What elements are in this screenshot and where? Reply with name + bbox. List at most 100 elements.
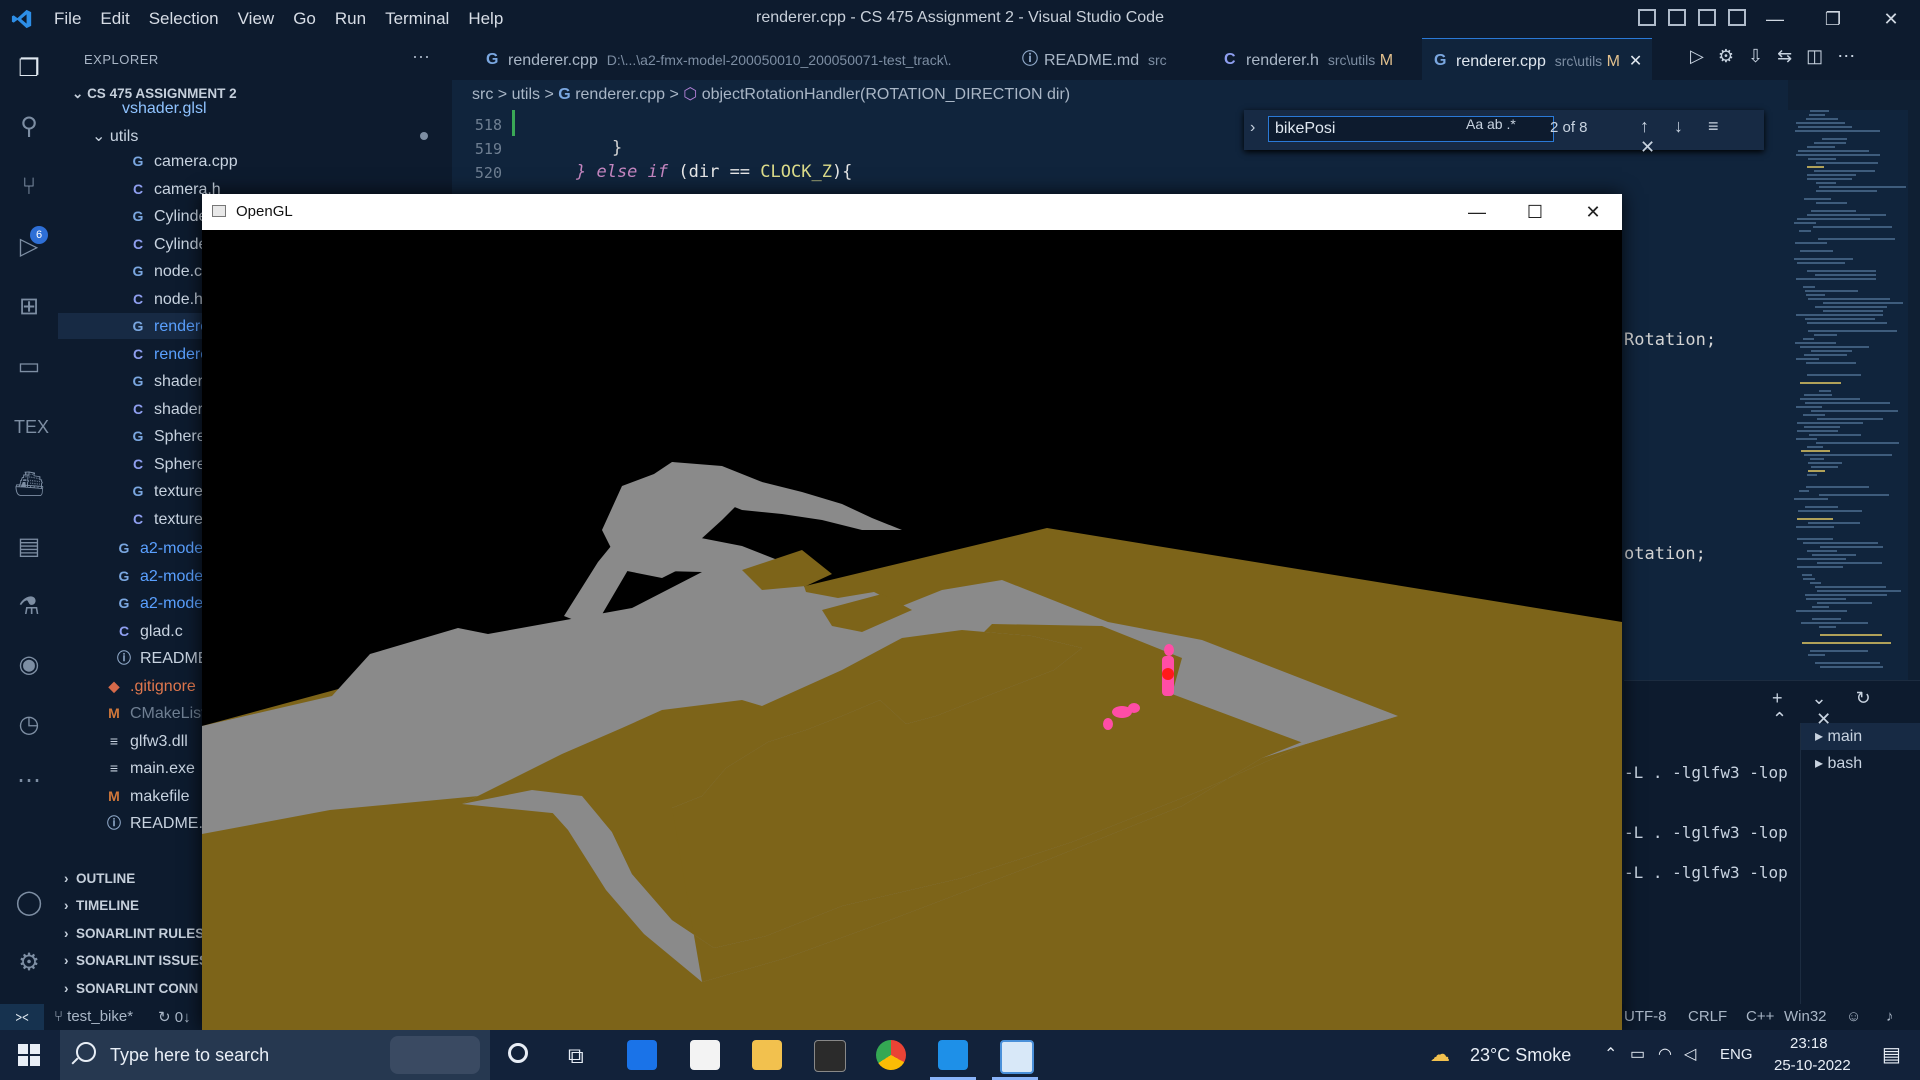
minimap-line <box>1797 218 1870 220</box>
find-options[interactable]: Aa ab .* <box>1466 116 1516 132</box>
breadcrumb-src[interactable]: src <box>472 86 493 103</box>
taskbar-search[interactable]: Type here to search <box>60 1030 490 1080</box>
search-highlight-icon[interactable] <box>390 1036 480 1074</box>
minimap-line <box>1814 334 1837 336</box>
task-view-icon[interactable]: ⧉ <box>568 1043 584 1069</box>
git-icon: ◆ <box>108 677 120 694</box>
docker-icon[interactable]: ⛴ <box>14 470 44 500</box>
tree-file-label: makefile <box>130 787 190 805</box>
opengl-minimize-button[interactable]: — <box>1448 194 1506 230</box>
breadcrumb-file[interactable]: renderer.cpp <box>575 86 665 103</box>
close-button[interactable]: ✕ <box>1862 0 1920 38</box>
account-icon[interactable]: ◯ <box>14 888 44 918</box>
tab-renderer-cpp-external[interactable]: Grenderer.cpp D:\...\a2-fmx-model-200050… <box>474 38 952 80</box>
testing-icon[interactable]: ⚗ <box>14 592 44 622</box>
notification-center-icon[interactable]: ▤ <box>1882 1042 1901 1067</box>
toggle-panel-icon[interactable] <box>1668 9 1686 26</box>
minimap-line <box>1804 454 1892 456</box>
terminal-tab-bash[interactable]: ▸ bash <box>1801 750 1920 777</box>
extensions-icon[interactable]: ⊞ <box>14 292 44 322</box>
chrome-icon[interactable] <box>876 1040 906 1070</box>
more-icon[interactable]: ⋯ <box>14 766 44 796</box>
clock-time[interactable]: 23:18 <box>1790 1035 1828 1052</box>
notebook-icon[interactable]: ▤ <box>14 532 44 562</box>
toggle-replace-icon[interactable]: › <box>1250 119 1255 137</box>
customize-layout-icon[interactable] <box>1728 9 1746 26</box>
timeline-section[interactable]: › TIMELINE <box>64 893 139 919</box>
tree-file-vshader[interactable]: vshader.glsl <box>122 100 207 118</box>
tray-chevron-icon[interactable]: ⌃ <box>1604 1044 1617 1064</box>
cpp-file-icon: G <box>132 373 144 389</box>
line-endings[interactable]: CRLF <box>1688 1008 1727 1025</box>
opengl-title-bar: OpenGL — ☐ ✕ <box>202 194 1622 230</box>
git-sync[interactable]: ↻ 0↓ <box>158 1008 191 1026</box>
windows-start-icon[interactable] <box>18 1044 40 1066</box>
split-editor-icon[interactable]: ◫ <box>1806 46 1837 66</box>
tab-close-icon[interactable]: ✕ <box>1629 53 1642 70</box>
platform[interactable]: Win32 <box>1784 1008 1827 1025</box>
tex-icon[interactable]: TEX <box>14 412 49 442</box>
input-language[interactable]: ENG <box>1720 1046 1753 1063</box>
files-icon[interactable]: ❐ <box>14 54 44 84</box>
weather-text[interactable]: 23°C Smoke <box>1470 1045 1571 1066</box>
git-branch[interactable]: ⑂ test_bike* <box>54 1008 133 1025</box>
more-actions-icon[interactable]: ⋯ <box>1837 46 1869 66</box>
opengl-viewport[interactable] <box>202 230 1622 1030</box>
language-mode[interactable]: C++ <box>1746 1008 1774 1025</box>
cortana-icon[interactable] <box>508 1043 528 1063</box>
run-debug-icon[interactable]: ▷ <box>14 232 44 262</box>
sonarlint-issues-section[interactable]: › SONARLINT ISSUES <box>64 948 208 974</box>
editor-tabs: Grenderer.cpp D:\...\a2-fmx-model-200050… <box>452 38 1920 80</box>
opengl-close-button[interactable]: ✕ <box>1564 194 1622 230</box>
sonarlint-connected-section[interactable]: › SONARLINT CONN <box>64 976 198 1002</box>
terminal-actions[interactable]: + ⌄ ↻ ⌃ ✕ <box>1772 688 1920 730</box>
c-header-icon: C <box>118 622 130 639</box>
wifi-icon[interactable]: ◠ <box>1658 1044 1672 1064</box>
source-control-icon[interactable]: ⑂ <box>14 172 44 202</box>
opengl-maximize-button[interactable]: ☐ <box>1506 194 1564 230</box>
breadcrumb-symbol[interactable]: objectRotationHandler(ROTATION_DIRECTION… <box>702 86 1070 103</box>
volume-icon[interactable]: ◁ <box>1684 1044 1696 1064</box>
feedback-icon[interactable]: ☺ <box>1846 1008 1861 1025</box>
github-icon[interactable]: ◉ <box>14 650 44 680</box>
microsoft-store-icon[interactable] <box>690 1040 720 1070</box>
file-explorer-icon[interactable] <box>752 1040 782 1070</box>
find-navigation-buttons[interactable]: ↑ ↓ ≡ ✕ <box>1640 116 1764 158</box>
tab-readme[interactable]: ⓘ README.md src <box>1010 38 1180 80</box>
tree-folder-utils[interactable]: ⌄ utils <box>92 124 138 150</box>
run-code-icon[interactable]: ▷ <box>1690 46 1718 66</box>
weather-icon[interactable]: ☁ <box>1430 1042 1450 1067</box>
settings-icon[interactable]: ⚙ <box>14 948 44 978</box>
tab-renderer-h[interactable]: Crenderer.h src\utils M <box>1212 38 1412 80</box>
minimap-line <box>1796 314 1883 316</box>
minimap[interactable] <box>1788 110 1908 680</box>
minimap-line <box>1805 506 1838 508</box>
tree-file-label: glfw3.dll <box>130 732 188 750</box>
save-icon[interactable]: ⇩ <box>1748 46 1777 66</box>
opengl-app-icon[interactable] <box>1000 1040 1034 1074</box>
remote-explorer-icon[interactable]: ▭ <box>14 352 44 382</box>
compare-icon[interactable]: ⇆ <box>1777 46 1806 66</box>
toggle-secondary-sidebar-icon[interactable] <box>1698 9 1716 26</box>
notifications-icon[interactable]: ♪ <box>1886 1008 1894 1025</box>
outline-section[interactable]: › OUTLINE <box>64 866 135 892</box>
tree-file[interactable]: Gcamera.cpp <box>130 148 240 174</box>
battery-icon[interactable]: ▭ <box>1630 1044 1645 1064</box>
settings-sync-icon[interactable]: ⚙ <box>1718 46 1748 66</box>
sonarlint-rules-section[interactable]: › SONARLINT RULES <box>64 921 204 947</box>
remote-indicator-icon[interactable]: ⪥ <box>0 1004 44 1030</box>
breadcrumb-utils[interactable]: utils <box>512 86 540 103</box>
timeline-icon[interactable]: ◷ <box>14 710 44 740</box>
vscode-icon[interactable] <box>938 1040 968 1070</box>
minimize-button[interactable]: — <box>1746 0 1804 38</box>
search-icon[interactable]: ⚲ <box>14 112 44 142</box>
encoding[interactable]: UTF-8 <box>1624 1008 1667 1025</box>
toggle-sidebar-icon[interactable] <box>1638 9 1656 26</box>
dropbox-icon[interactable] <box>627 1040 657 1070</box>
restore-button[interactable]: ❐ <box>1804 0 1862 38</box>
notion-icon[interactable] <box>814 1040 846 1072</box>
opengl-window[interactable]: OpenGL — ☐ ✕ <box>202 194 1622 1030</box>
clock-date[interactable]: 25-10-2022 <box>1774 1057 1851 1074</box>
explorer-more-button[interactable]: ··· <box>412 46 430 67</box>
tab-renderer-cpp-active[interactable]: Grenderer.cpp src\utils M ✕ <box>1422 38 1652 80</box>
